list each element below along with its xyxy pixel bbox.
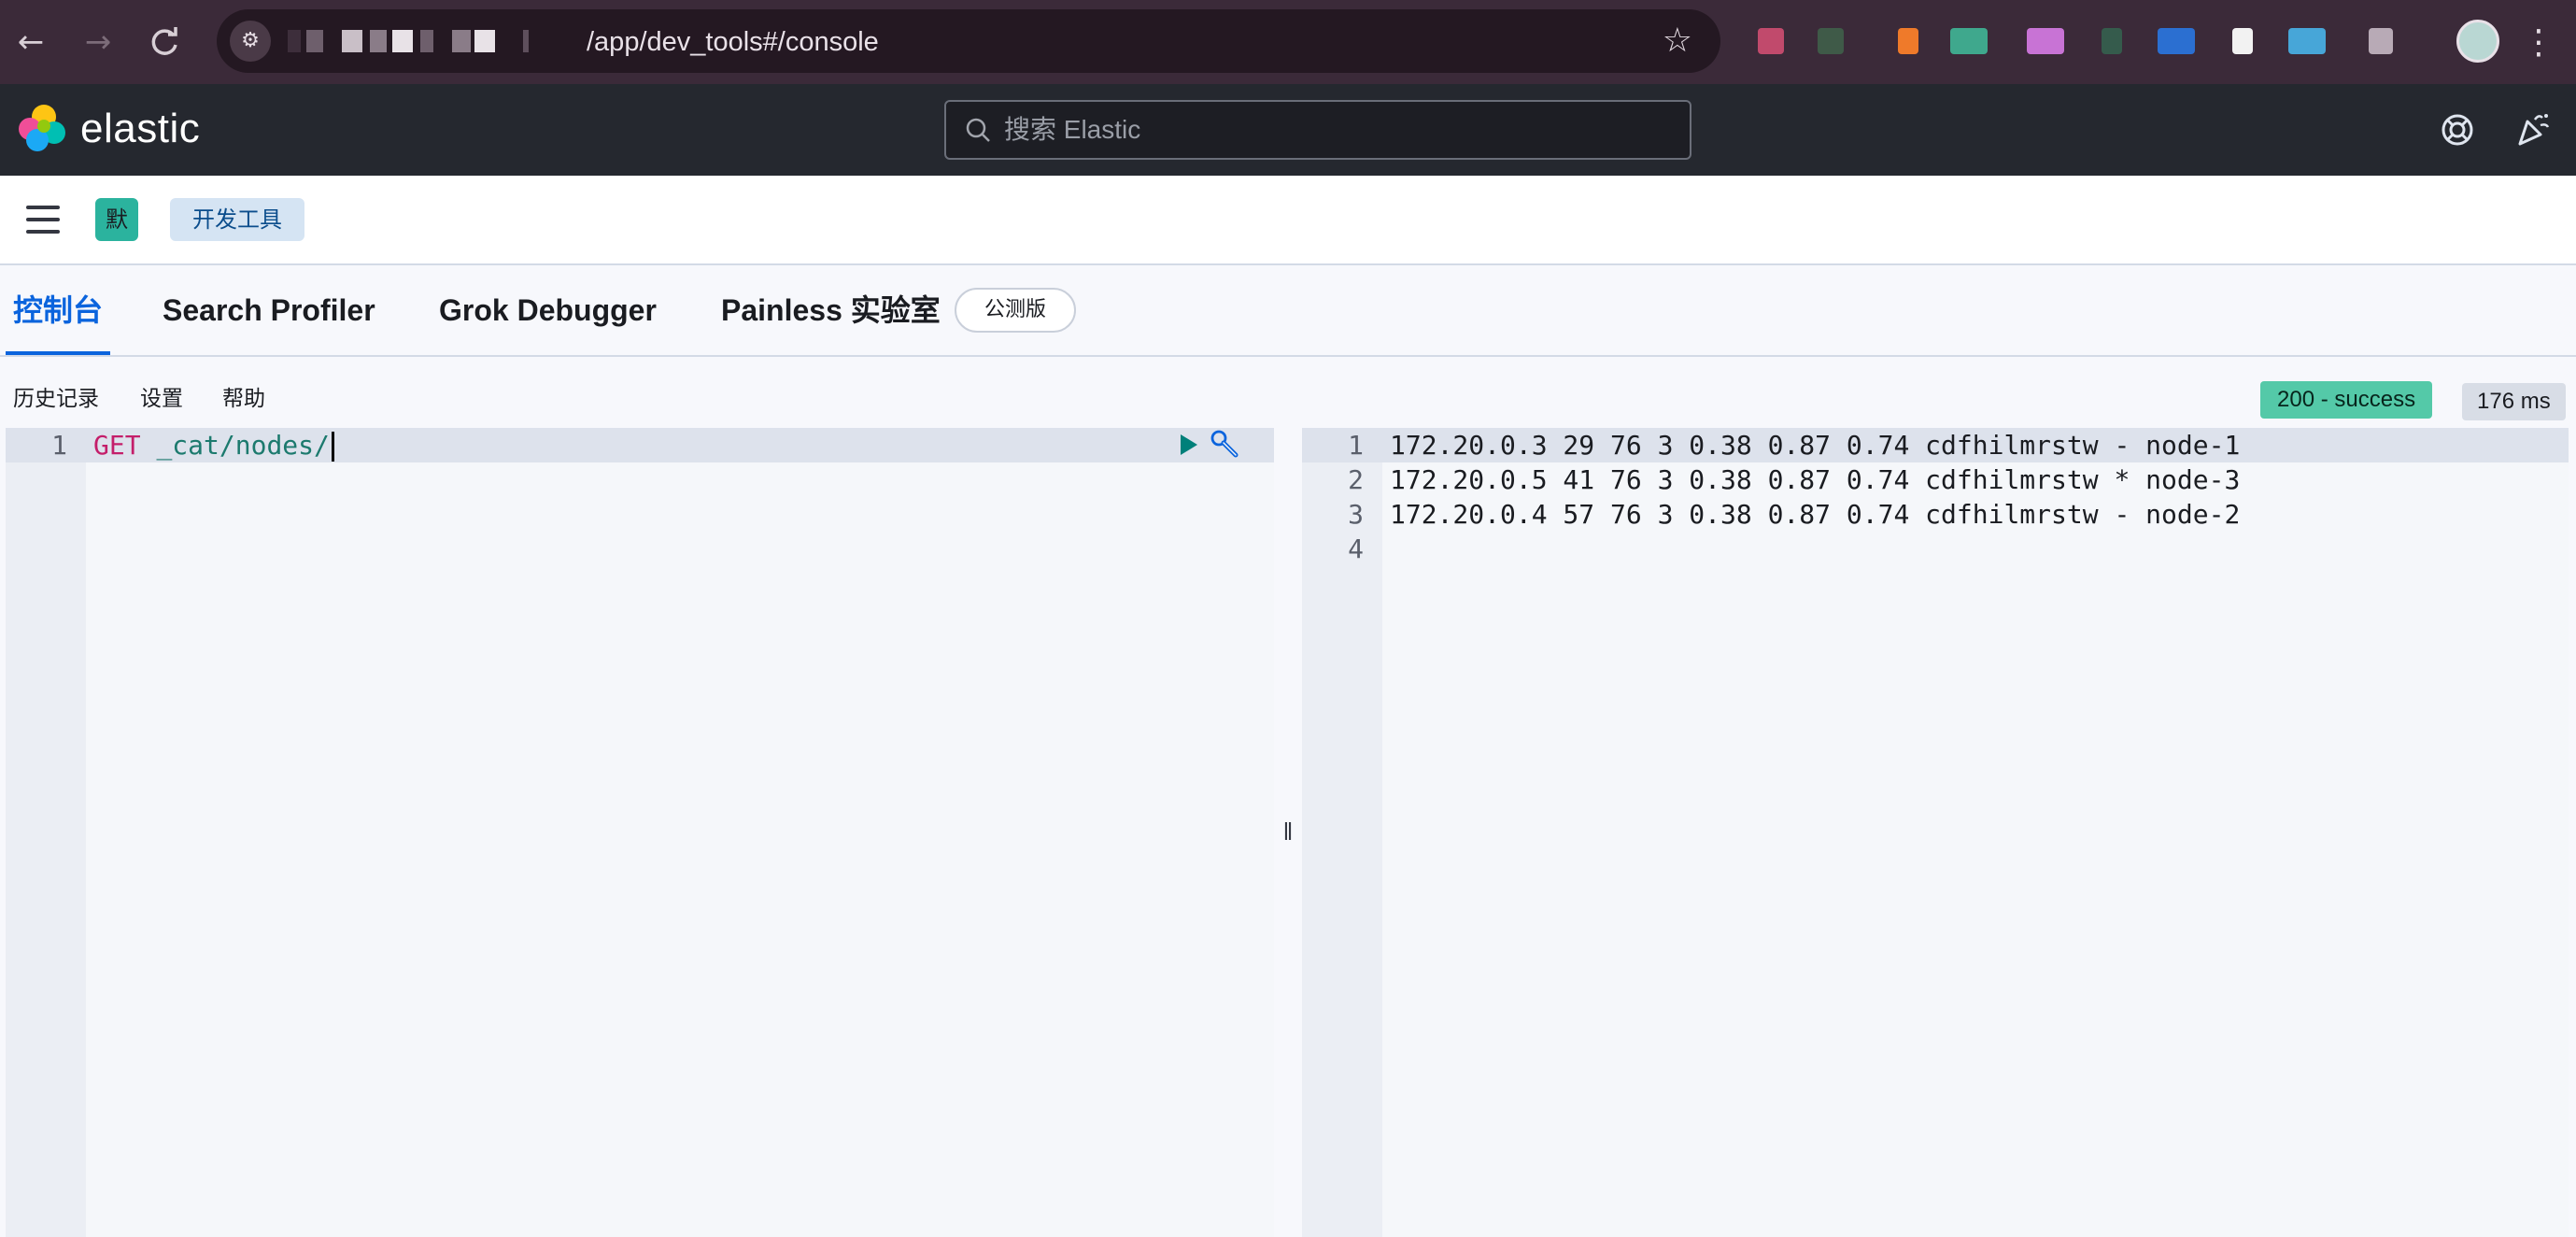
resize-handle-icon[interactable]: ‖ (1281, 818, 1295, 845)
star-icon[interactable]: ☆ (1663, 22, 1692, 60)
request-line[interactable]: 1 GET _cat/nodes/ (6, 428, 1274, 462)
more-menu-icon[interactable]: ⋮ (2522, 19, 2555, 65)
help-link[interactable]: 帮助 (222, 385, 265, 413)
tab-grok-debugger[interactable]: Grok Debugger (439, 290, 657, 331)
response-line: 4 (1302, 532, 2569, 566)
wrench-icon[interactable] (1209, 428, 1240, 460)
kibana-header: elastic (0, 84, 2576, 176)
request-gutter (6, 428, 86, 1237)
breadcrumb-bar: 默 开发工具 (0, 176, 2576, 265)
line-number: 1 (1348, 430, 1364, 461)
extension-icon[interactable] (2102, 28, 2122, 54)
newsfeed-party-icon[interactable] (2512, 108, 2554, 149)
elastic-logo-icon[interactable] (19, 105, 67, 153)
beta-badge: 公测版 (955, 288, 1077, 333)
line-number: 3 (1348, 499, 1364, 530)
breadcrumb-dev-tools[interactable]: 开发工具 (170, 198, 304, 241)
global-search[interactable] (944, 100, 1691, 160)
extension-icon[interactable] (2288, 28, 2326, 54)
history-link[interactable]: 历史记录 (13, 385, 99, 413)
space-avatar[interactable]: 默 (95, 198, 138, 241)
tab-painless-lab[interactable]: Painless 实验室 (721, 290, 941, 331)
extensions-strip (1752, 24, 2462, 58)
text-cursor (331, 432, 334, 462)
url-text[interactable]: /app/dev_tools#/console (587, 27, 879, 57)
dev-tools-tabs: 控制台 Search Profiler Grok Debugger Painle… (0, 265, 2576, 357)
extension-icon[interactable] (1818, 28, 1844, 54)
reload-glyph (151, 27, 177, 55)
request-time-badge: 176 ms (2462, 383, 2566, 420)
request-editor[interactable]: 1 GET _cat/nodes/ (6, 428, 1274, 1237)
help-lifebuoy-icon[interactable] (2438, 110, 2477, 149)
back-icon[interactable]: ← (9, 21, 52, 64)
response-viewer[interactable]: 1 172.20.0.3 29 76 3 0.38 0.87 0.74 cdfh… (1302, 428, 2569, 1237)
site-info-icon[interactable]: ⚙ (230, 21, 271, 62)
search-icon (966, 118, 990, 142)
extension-icon[interactable] (2369, 28, 2393, 54)
line-number: 2 (1348, 464, 1364, 495)
response-text: 172.20.0.3 29 76 3 0.38 0.87 0.74 cdfhil… (1390, 430, 2241, 461)
extension-icon[interactable] (2027, 28, 2064, 54)
request-path: _cat/nodes/ (156, 430, 330, 461)
response-line: 1 172.20.0.3 29 76 3 0.38 0.87 0.74 cdfh… (1302, 428, 2569, 462)
request-code[interactable]: GET _cat/nodes/ (93, 428, 334, 462)
line-number: 4 (1348, 533, 1364, 564)
tab-search-profiler[interactable]: Search Profiler (163, 290, 375, 331)
reload-icon[interactable] (144, 21, 187, 64)
search-input[interactable] (1004, 111, 1658, 149)
brand-name[interactable]: elastic (80, 105, 200, 153)
response-line: 3 172.20.0.4 57 76 3 0.38 0.87 0.74 cdfh… (1302, 497, 2569, 532)
response-line: 2 172.20.0.5 41 76 3 0.38 0.87 0.74 cdfh… (1302, 462, 2569, 497)
line-number: 1 (51, 430, 67, 461)
extension-icon[interactable] (1758, 28, 1784, 54)
menu-hamburger-icon[interactable] (26, 206, 60, 234)
status-badge: 200 - success (2260, 381, 2433, 419)
extension-icon[interactable] (2232, 28, 2253, 54)
tab-console[interactable]: 控制台 (13, 290, 103, 331)
address-bar[interactable]: ⚙ /app/dev_tools#/console ☆ (217, 9, 1720, 73)
response-text: 172.20.0.5 41 76 3 0.38 0.87 0.74 cdfhil… (1390, 464, 2241, 495)
profile-avatar[interactable] (2456, 20, 2499, 63)
extension-icon[interactable] (1898, 28, 1918, 54)
response-text: 172.20.0.4 57 76 3 0.38 0.87 0.74 cdfhil… (1390, 499, 2241, 530)
browser-toolbar: ← → ⚙ /app/dev_tools#/console ☆ ⋮ (0, 0, 2576, 84)
extension-icon[interactable] (2158, 28, 2195, 54)
active-tab-indicator (6, 351, 110, 355)
extension-icon[interactable] (1950, 28, 1988, 54)
play-icon[interactable] (1175, 432, 1201, 458)
settings-link[interactable]: 设置 (140, 385, 183, 413)
forward-icon[interactable]: → (77, 21, 120, 64)
http-method: GET (93, 430, 141, 461)
redacted-host (288, 30, 596, 52)
